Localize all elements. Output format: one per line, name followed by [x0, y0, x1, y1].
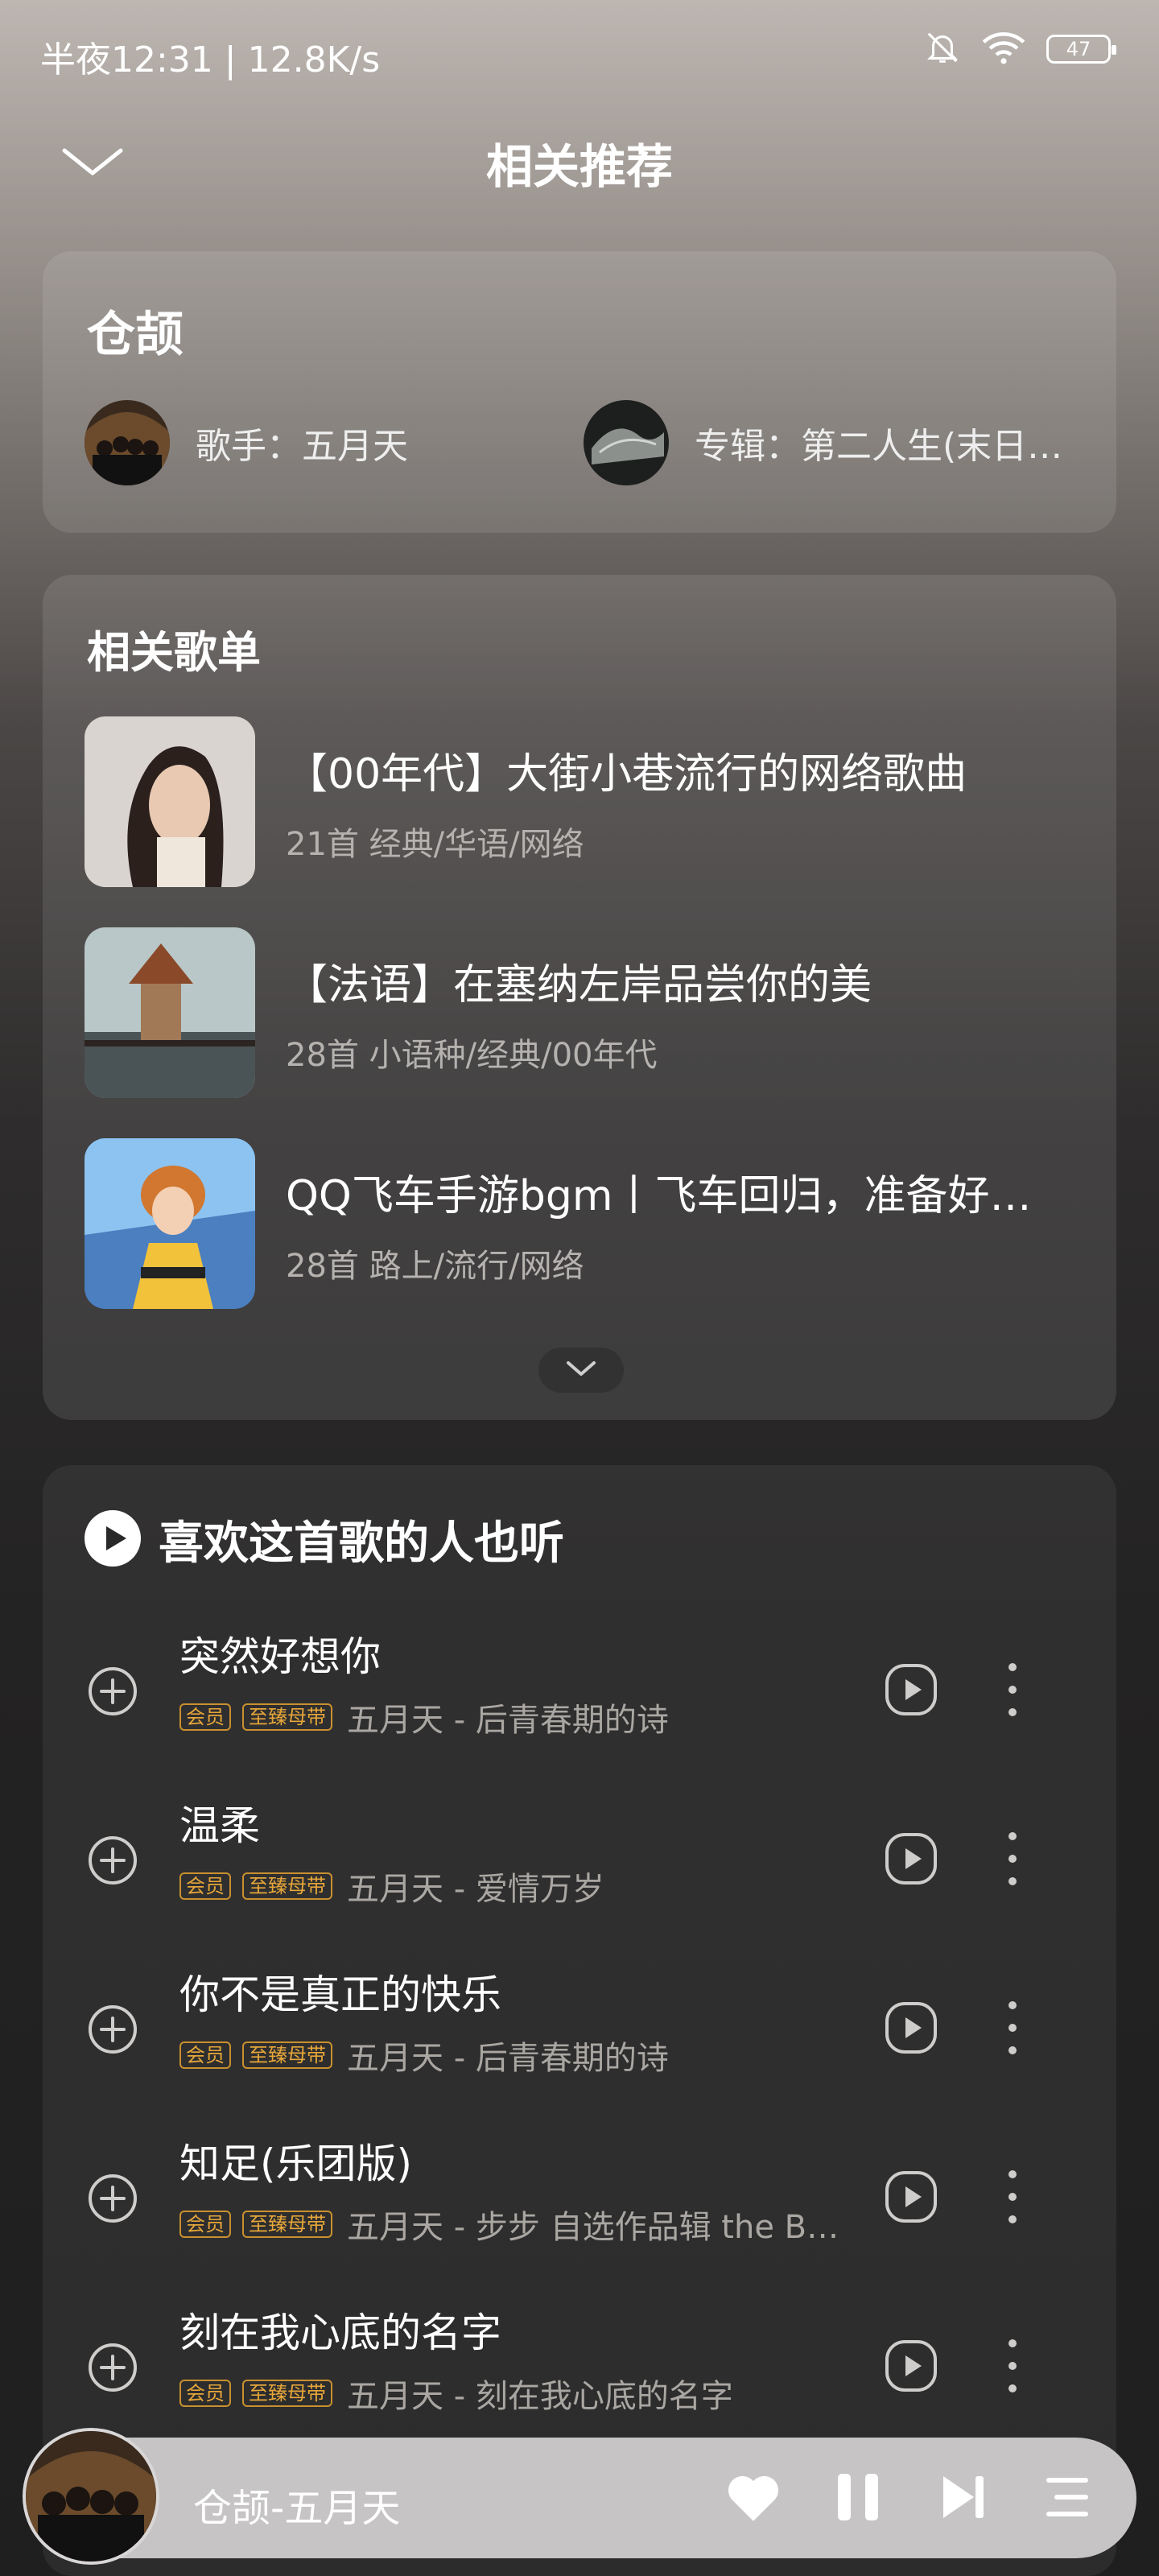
vip-badge: 会员: [179, 2041, 231, 2069]
vip-badge: 会员: [179, 1703, 231, 1731]
status-bar: 半夜12:31 | 12.8K/s 47: [0, 0, 1159, 105]
pause-icon[interactable]: [829, 2468, 887, 2526]
playlist-name: QQ飞车手游bgm丨飞车回归，准备好了吗: [286, 1171, 1042, 1220]
playlist-cover: [85, 927, 255, 1098]
more-icon[interactable]: [1000, 1655, 1025, 1724]
master-badge: 至臻母带: [242, 2041, 332, 2069]
track-name: 温柔: [179, 1802, 260, 1849]
track-name: 你不是真正的快乐: [179, 1971, 501, 2018]
song-title: 仓颉: [87, 307, 184, 363]
track-sub: 会员 至臻母带 五月天 - 步步 自选作品辑 the Best of 1999-…: [179, 2201, 854, 2248]
track-row[interactable]: 温柔 会员 至臻母带 五月天 - 爱情万岁: [43, 1794, 1116, 1955]
playlist-cover: [85, 716, 255, 887]
section-title-playlists: 相关歌单: [87, 627, 261, 678]
vip-badge: 会员: [179, 2211, 231, 2238]
also-listened-header[interactable]: 喜欢这首歌的人也听: [85, 1507, 564, 1572]
mv-icon[interactable]: [885, 1832, 938, 1885]
track-artist: 五月天 - 刻在我心底的名字: [347, 2378, 733, 2415]
album-link[interactable]: 专辑：第二人生(末日版): [584, 400, 1083, 485]
track-row[interactable]: 知足(乐团版) 会员 至臻母带 五月天 - 步步 自选作品辑 the Best …: [43, 2132, 1116, 2293]
track-sub: 会员 至臻母带 五月天 - 刻在我心底的名字: [179, 2370, 733, 2417]
status-time: 半夜12:31 | 12.8K/s: [40, 39, 381, 80]
track-sub: 会员 至臻母带 五月天 - 后青春期的诗: [179, 1694, 669, 1740]
playlist-item[interactable]: 【法语】在塞纳左岸品尝你的美 28首 小语种/经典/00年代: [85, 927, 1083, 1098]
add-icon[interactable]: [88, 2004, 138, 2054]
add-icon[interactable]: [88, 1835, 138, 1885]
master-badge: 至臻母带: [242, 1703, 332, 1731]
add-icon[interactable]: [88, 2174, 138, 2223]
playlist-meta: 21首 经典/华语/网络: [286, 825, 584, 863]
battery-level: 47: [1066, 38, 1091, 60]
song-card: 仓颉 歌手：五月天 专辑：第二人生(末日版): [43, 251, 1116, 533]
header: 相关推荐: [0, 113, 1159, 201]
vip-badge: 会员: [179, 2380, 231, 2407]
master-badge: 至臻母带: [242, 2380, 332, 2407]
related-playlists-card: 相关歌单 【00年代】大街小巷流行的网络歌曲 21首 经典/华语/网络 【法语】…: [43, 575, 1116, 1420]
now-playing-title: 仓颉-五月天: [193, 2486, 401, 2531]
mv-icon[interactable]: [885, 2001, 938, 2054]
mute-icon: [924, 29, 961, 69]
song-meta: 歌手：五月天 专辑：第二人生(末日版): [85, 398, 1083, 487]
singer-avatar: [85, 400, 170, 485]
chevron-down-icon: [565, 1360, 597, 1381]
mv-icon[interactable]: [885, 2339, 938, 2392]
page-title: 相关推荐: [485, 139, 673, 194]
also-listened-card: 喜欢这首歌的人也听 突然好想你 会员 至臻母带 五月天 - 后青春期的诗 温柔 …: [43, 1465, 1116, 2576]
track-name: 突然好想你: [179, 1633, 381, 1680]
expand-playlists-button[interactable]: [538, 1348, 624, 1393]
mv-icon[interactable]: [885, 2170, 938, 2223]
track-name: 刻在我心底的名字: [179, 2310, 501, 2356]
play-circle-icon[interactable]: [85, 1509, 141, 1570]
more-icon[interactable]: [1000, 2162, 1025, 2231]
track-row[interactable]: 你不是真正的快乐 会员 至臻母带 五月天 - 后青春期的诗: [43, 1963, 1116, 2124]
mini-player[interactable]: 仓颉-五月天: [23, 2428, 1136, 2565]
status-icons: 47: [924, 29, 1116, 69]
album-cover: [584, 400, 669, 485]
add-icon[interactable]: [88, 2343, 138, 2392]
track-name: 知足(乐团版): [179, 2140, 413, 2187]
playlist-icon[interactable]: [1038, 2468, 1096, 2526]
heart-icon[interactable]: [724, 2468, 782, 2526]
singer-link[interactable]: 歌手：五月天: [85, 400, 584, 485]
wifi-icon: [982, 29, 1025, 69]
battery-icon: 47: [1046, 35, 1116, 64]
track-artist: 五月天 - 后青春期的诗: [347, 2040, 669, 2077]
playlist-meta: 28首 小语种/经典/00年代: [286, 1036, 658, 1074]
track-artist: 五月天 - 爱情万岁: [347, 1871, 604, 1908]
mv-icon[interactable]: [885, 1663, 938, 1716]
playlist-item[interactable]: QQ飞车手游bgm丨飞车回归，准备好了吗 28首 路上/流行/网络: [85, 1138, 1083, 1309]
playlist-cover: [85, 1138, 255, 1309]
playlist-item[interactable]: 【00年代】大街小巷流行的网络歌曲 21首 经典/华语/网络: [85, 716, 1083, 887]
singer-name: 歌手：五月天: [196, 426, 408, 467]
next-icon[interactable]: [934, 2468, 992, 2526]
section-title-also-listened: 喜欢这首歌的人也听: [159, 1517, 564, 1570]
album-name: 专辑：第二人生(末日版): [695, 426, 1065, 467]
track-sub: 会员 至臻母带 五月天 - 后青春期的诗: [179, 2032, 669, 2079]
master-badge: 至臻母带: [242, 1872, 332, 1900]
more-icon[interactable]: [1000, 1993, 1025, 2062]
master-badge: 至臻母带: [242, 2211, 332, 2238]
vip-badge: 会员: [179, 1872, 231, 1900]
track-artist: 五月天 - 后青春期的诗: [347, 1702, 669, 1739]
now-playing-cover[interactable]: [23, 2428, 159, 2565]
more-icon[interactable]: [1000, 1824, 1025, 1893]
add-icon[interactable]: [88, 1666, 138, 1716]
more-icon[interactable]: [1000, 2331, 1025, 2401]
track-sub: 会员 至臻母带 五月天 - 爱情万岁: [179, 1863, 604, 1909]
playlist-name: 【00年代】大街小巷流行的网络歌曲: [286, 749, 967, 799]
playlist-name: 【法语】在塞纳左岸品尝你的美: [286, 960, 872, 1009]
track-artist: 五月天 - 步步 自选作品辑 the Best of 1999-2013: [347, 2209, 854, 2246]
track-row[interactable]: 突然好想你 会员 至臻母带 五月天 - 后青春期的诗: [43, 1624, 1116, 1785]
playlist-meta: 28首 路上/流行/网络: [286, 1247, 584, 1285]
